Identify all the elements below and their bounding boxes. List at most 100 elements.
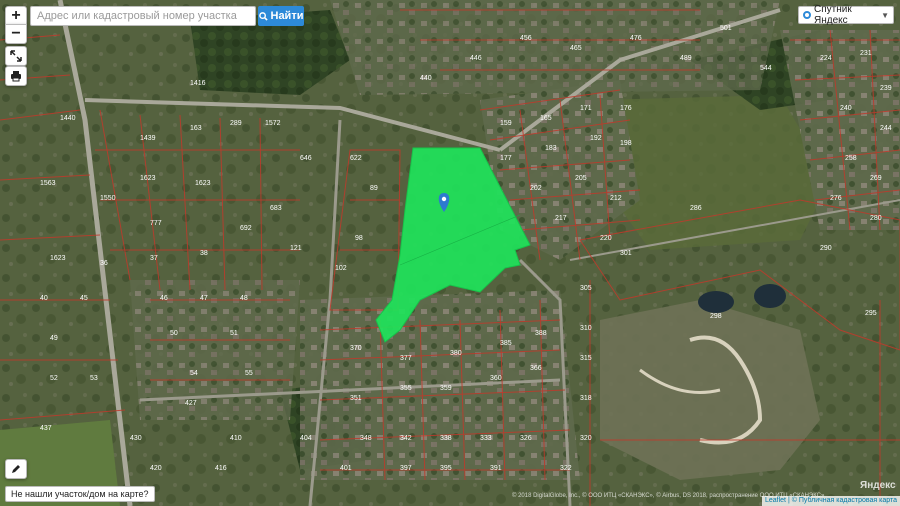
parcel-number-label: 1550	[100, 195, 116, 202]
parcel-number-label: 176	[620, 105, 632, 112]
parcel-number-label: 326	[520, 435, 532, 442]
radio-icon	[803, 11, 811, 19]
search-input[interactable]	[30, 6, 256, 26]
parcel-number-label: 53	[90, 375, 98, 382]
parcel-number-label: 359	[440, 385, 452, 392]
parcel-number-label: 380	[450, 350, 462, 357]
parcel-number-label: 456	[520, 35, 532, 42]
parcel-number-label: 177	[500, 155, 512, 162]
parcel-number-label: 1439	[140, 135, 156, 142]
parcel-number-label: 355	[400, 385, 412, 392]
parcel-number-label: 224	[820, 55, 832, 62]
parcel-number-label: 370	[350, 345, 362, 352]
parcel-number-label: 404	[300, 435, 312, 442]
parcel-number-label: 318	[580, 395, 592, 402]
print-button[interactable]	[5, 66, 27, 86]
find-button-label: Найти	[270, 10, 304, 22]
expand-icon	[10, 50, 22, 62]
parcel-number-label: 231	[860, 50, 872, 57]
parcel-number-label: 420	[150, 465, 162, 472]
parcel-number-label: 40	[40, 295, 48, 302]
parcel-number-label: 366	[530, 365, 542, 372]
parcel-number-label: 440	[420, 75, 432, 82]
parcel-number-label: 388	[535, 330, 547, 337]
layer-select[interactable]: Спутник Яндекс ▼	[798, 4, 894, 26]
zoom-out-button[interactable]: −	[5, 24, 27, 44]
cadastral-map-link[interactable]: © Публичная кадастровая карта	[792, 497, 897, 504]
parcel-number-label: 348	[360, 435, 372, 442]
parcel-number-label: 410	[230, 435, 242, 442]
parcel-number-label: 342	[400, 435, 412, 442]
parcel-number-label: 1563	[40, 180, 56, 187]
parcel-number-label: 322	[560, 465, 572, 472]
parcel-number-label: 385	[500, 340, 512, 347]
parcel-number-label: 55	[245, 370, 253, 377]
parcel-number-label: 391	[490, 465, 502, 472]
parcel-number-label: 683	[270, 205, 282, 212]
parcel-number-label: 320	[580, 435, 592, 442]
leaflet-link[interactable]: Leaflet	[765, 497, 786, 504]
parcel-number-label: 276	[830, 195, 842, 202]
find-button[interactable]: Найти	[258, 6, 304, 26]
parcel-number-label: 89	[370, 185, 378, 192]
parcel-number-label: 46	[160, 295, 168, 302]
parcel-number-label: 240	[840, 105, 852, 112]
parcel-number-label: 220	[600, 235, 612, 242]
parcel-number-label: 310	[580, 325, 592, 332]
parcel-number-label: 47	[200, 295, 208, 302]
parcel-number-label: 501	[720, 25, 732, 32]
parcel-number-label: 430	[130, 435, 142, 442]
parcel-number-label: 305	[580, 285, 592, 292]
not-found-link[interactable]: Не нашли участок/дом на карте?	[5, 486, 155, 502]
zoom-in-button[interactable]: +	[5, 6, 27, 26]
parcel-number-label: 212	[610, 195, 622, 202]
parcel-number-label: 301	[620, 250, 632, 257]
print-icon	[11, 71, 21, 82]
parcel-number-label: 258	[845, 155, 857, 162]
parcel-number-label: 36	[100, 260, 108, 267]
parcel-number-label: 289	[230, 120, 242, 127]
parcel-number-label: 98	[355, 235, 363, 242]
parcel-number-label: 52	[50, 375, 58, 382]
parcel-number-label: 1572	[265, 120, 281, 127]
parcel-number-label: 622	[350, 155, 362, 162]
parcel-number-label: 476	[630, 35, 642, 42]
parcel-number-label: 121	[290, 245, 302, 252]
parcel-number-label: 49	[50, 335, 58, 342]
parcel-number-label: 54	[190, 370, 198, 377]
satellite-map[interactable]: 1416 1440 1439 163 289 1572 1563 1550 1623 1623 16…	[0, 0, 900, 506]
parcel-number-label: 777	[150, 220, 162, 227]
fullscreen-button[interactable]	[5, 46, 27, 66]
parcel-number-label: 239	[880, 85, 892, 92]
parcel-number-label: 416	[215, 465, 227, 472]
parcel-number-label: 51	[230, 330, 238, 337]
parcel-number-label: 692	[240, 225, 252, 232]
parcel-number-label: 351	[350, 395, 362, 402]
parcel-number-label: 646	[300, 155, 312, 162]
parcel-number-label: 48	[240, 295, 248, 302]
parcel-number-label: 286	[690, 205, 702, 212]
parcel-number-label: 171	[580, 105, 592, 112]
edit-button[interactable]	[5, 459, 27, 479]
parcel-number-label: 1623	[195, 180, 211, 187]
parcel-number-label: 290	[820, 245, 832, 252]
parcel-number-label: 163	[190, 125, 202, 132]
yandex-logo: Яндекс	[860, 480, 896, 491]
parcel-number-label: 280	[870, 215, 882, 222]
parcel-number-label: 360	[490, 375, 502, 382]
parcel-number-label: 45	[80, 295, 88, 302]
parcel-number-label: 205	[575, 175, 587, 182]
parcel-number-label: 38	[200, 250, 208, 257]
parcel-number-label: 217	[555, 215, 567, 222]
parcel-number-label: 377	[400, 355, 412, 362]
parcel-number-label: 338	[440, 435, 452, 442]
parcel-number-label: 295	[865, 310, 877, 317]
chevron-down-icon: ▼	[881, 10, 889, 20]
parcel-number-label: 1623	[50, 255, 66, 262]
parcel-number-label: 298	[710, 313, 722, 320]
parcel-number-label: 397	[400, 465, 412, 472]
parcel-number-label: 165	[540, 115, 552, 122]
parcel-number-label: 198	[620, 140, 632, 147]
parcel-number-label: 1623	[140, 175, 156, 182]
parcel-number-label: 202	[530, 185, 542, 192]
